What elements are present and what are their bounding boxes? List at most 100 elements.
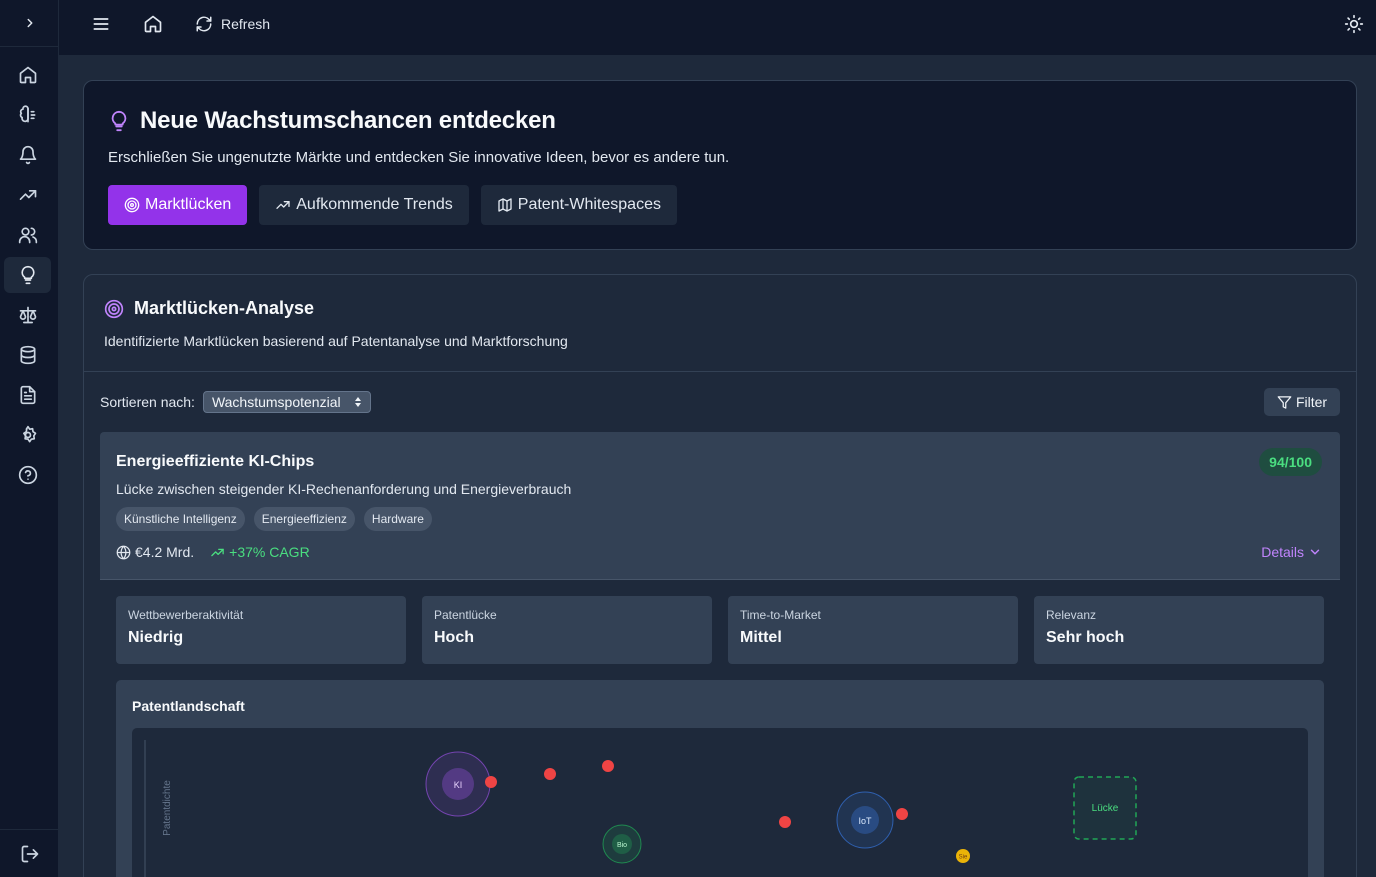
tag: Künstliche Intelligenz: [116, 507, 245, 531]
details-button[interactable]: Details: [1261, 544, 1322, 560]
select-arrows-icon: [354, 397, 361, 407]
marker-label: Sie: [959, 855, 968, 861]
tab-label: Patent-Whitespaces: [517, 196, 661, 213]
globe-icon: [116, 545, 131, 559]
cluster-label: IoT: [858, 816, 872, 826]
expand-sidebar-button[interactable]: [0, 0, 59, 47]
panel-title: Marktlücken-Analyse: [134, 298, 315, 318]
cluster-bio[interactable]: Bio: [602, 824, 642, 864]
landscape-plot: Patentdichte KI Bio IoT Sie Lücke: [132, 728, 1308, 877]
home-icon: [144, 15, 162, 33]
filter-label: Filter: [1295, 394, 1328, 410]
gap-region[interactable]: Lücke: [1073, 776, 1137, 840]
patent-dot[interactable]: [602, 760, 614, 772]
database-icon: [20, 345, 36, 365]
menu-icon: [93, 18, 109, 30]
landscape-canvas: Patentdichte KI Bio IoT Sie Lücke: [144, 740, 1137, 877]
nav-settings[interactable]: [4, 417, 51, 453]
page-subtitle: Erschließen Sie ungenutzte Märkte und en…: [108, 149, 730, 166]
patent-dot[interactable]: [896, 808, 908, 820]
scale-icon: [19, 306, 36, 324]
file-text-icon: [20, 385, 36, 405]
theme-toggle-button[interactable]: [1344, 12, 1364, 36]
sort-label: Sortieren nach:: [100, 394, 195, 410]
patent-dot[interactable]: [779, 816, 791, 828]
sort-value: Wachstumspotenzial: [211, 394, 341, 410]
tab-label: Aufkommende Trends: [296, 196, 453, 213]
tag: Hardware: [363, 507, 432, 531]
kpi-value: Mittel: [740, 629, 782, 646]
kpi-label: Wettbewerberaktivität: [128, 608, 244, 622]
cluster-ki[interactable]: KI: [425, 751, 491, 817]
card-title: Energieeffiziente KI-Chips: [116, 453, 315, 470]
nav-help[interactable]: [4, 457, 51, 493]
landscape-title: Patentlandschaft: [132, 698, 245, 714]
chevron-right-icon: [27, 18, 32, 28]
cluster-iot[interactable]: IoT: [836, 791, 894, 849]
patent-dot[interactable]: [544, 768, 556, 780]
tab-patent-whitespaces[interactable]: Patent-Whitespaces: [480, 185, 677, 225]
users-icon: [18, 227, 37, 244]
market-size-value: €4.2 Mrd.: [135, 544, 195, 560]
hero-card: Neue Wachstumschancen entdecken Erschlie…: [83, 80, 1357, 250]
kpi-patent-gap: Patentlücke Hoch: [422, 596, 712, 664]
kpi-row: Wettbewerberaktivität Niedrig Patentlück…: [116, 596, 1340, 664]
tab-label: Marktlücken: [145, 196, 232, 213]
opportunity-card[interactable]: Energieeffiziente KI-Chips 94/100 Lücke …: [100, 432, 1340, 580]
sidebar: [0, 0, 59, 877]
cagr: +37% CAGR: [210, 544, 310, 560]
lightbulb-icon: [111, 110, 127, 132]
tag-list: Künstliche Intelligenz Energieeffizienz …: [116, 507, 441, 531]
nav-alerts[interactable]: [4, 137, 51, 173]
filter-button[interactable]: Filter: [1264, 388, 1340, 416]
tab-marktluecken[interactable]: Marktlücken: [108, 185, 248, 225]
nav-opportunities[interactable]: [4, 257, 51, 293]
kpi-value: Hoch: [434, 629, 474, 646]
sort-control: Sortieren nach: Wachstumspotenzial: [100, 391, 371, 413]
kpi-label: Relevanz: [1046, 608, 1097, 622]
nav-competitors[interactable]: [4, 217, 51, 253]
nav-reports[interactable]: [4, 377, 51, 413]
target-icon: [124, 197, 140, 213]
cluster-label: Bio: [617, 842, 627, 849]
refresh-button[interactable]: Refresh: [195, 12, 270, 36]
nav-legal[interactable]: [4, 297, 51, 333]
target-icon: [104, 299, 124, 318]
patent-dot[interactable]: [485, 776, 497, 788]
main-content: Neue Wachstumschancen entdecken Erschlie…: [59, 55, 1376, 877]
score-badge: 94/100: [1259, 448, 1322, 476]
refresh-label: Refresh: [221, 16, 271, 32]
sort-select[interactable]: Wachstumspotenzial: [202, 391, 371, 413]
page-title: Neue Wachstumschancen entdecken: [140, 107, 556, 134]
trending-up-icon: [276, 201, 290, 209]
logout-icon: [21, 845, 38, 862]
chevron-down-icon: [1310, 549, 1320, 555]
filter-icon: [1277, 395, 1292, 409]
gap-label: Lücke: [1092, 803, 1119, 814]
gear-icon: [22, 425, 36, 443]
tag: Energieeffizienz: [253, 507, 355, 531]
own-position-marker[interactable]: Sie: [956, 849, 970, 863]
y-axis-label: Patentdichte: [162, 780, 173, 836]
card-description: Lücke zwischen steigender KI-Rechenanfor…: [116, 481, 572, 497]
nav-home[interactable]: [4, 57, 51, 93]
home-button[interactable]: [143, 12, 163, 36]
market-gap-panel: Marktlücken-Analyse Identifizierte Markt…: [83, 274, 1357, 877]
menu-button[interactable]: [91, 12, 111, 36]
nav-trends[interactable]: [4, 177, 51, 213]
cluster-label: KI: [454, 780, 463, 790]
panel-header: Marktlücken-Analyse Identifizierte Markt…: [84, 275, 1356, 372]
kpi-competitor-activity: Wettbewerberaktivität Niedrig: [116, 596, 406, 664]
kpi-value: Sehr hoch: [1046, 629, 1125, 646]
kpi-time-to-market: Time-to-Market Mittel: [728, 596, 1018, 664]
logout-button[interactable]: [0, 829, 59, 877]
kpi-label: Time-to-Market: [740, 608, 821, 622]
nav-database[interactable]: [4, 337, 51, 373]
home-icon: [19, 66, 36, 84]
cagr-value: +37% CAGR: [229, 544, 310, 560]
lightbulb-icon: [20, 265, 35, 285]
tab-trends[interactable]: Aufkommende Trends: [259, 185, 469, 225]
nav-ai[interactable]: [4, 97, 51, 133]
details-label: Details: [1261, 544, 1304, 560]
panel-heading: Marktlücken-Analyse: [104, 298, 314, 319]
